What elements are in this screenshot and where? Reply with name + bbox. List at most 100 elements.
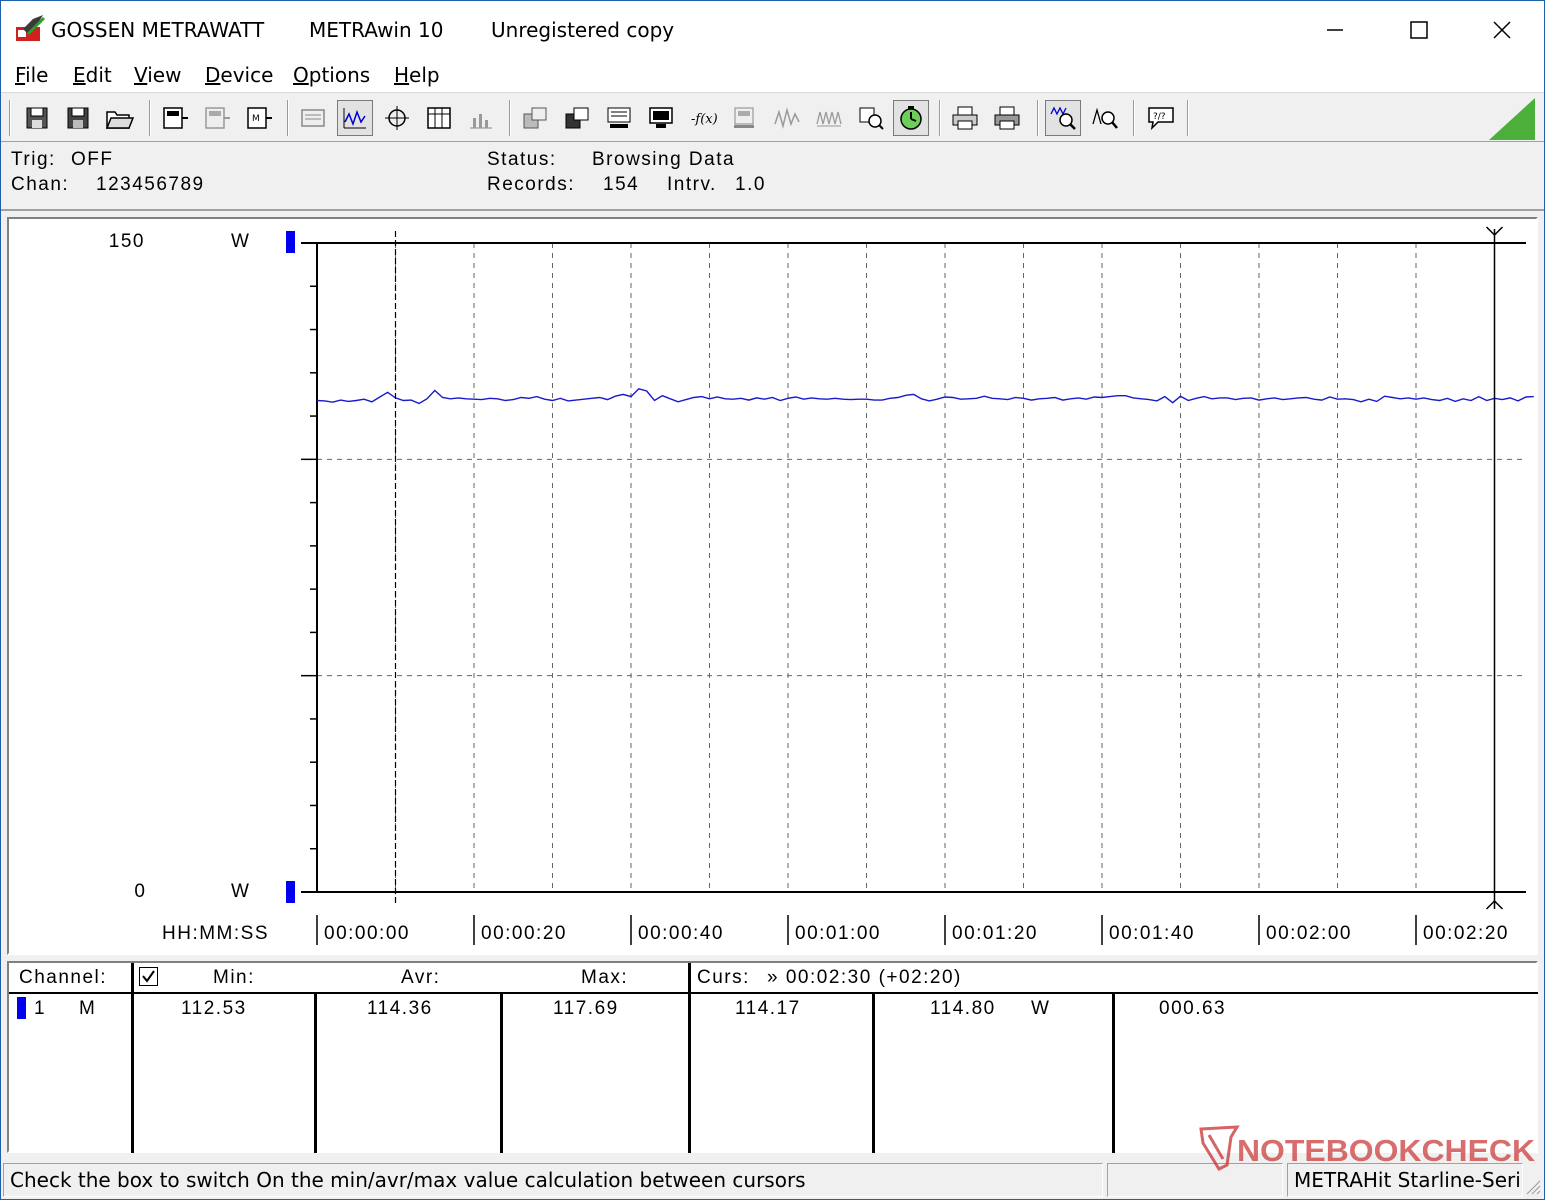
menu-help[interactable]: Help [394,63,440,87]
minmax-checkbox[interactable] [139,967,158,986]
header-min: Min: [213,967,255,988]
bar-view-button[interactable] [463,100,499,136]
x-tick-label: 00:01:40 [1109,923,1195,944]
open-button[interactable] [101,100,137,136]
resize-grip-icon[interactable] [1523,1177,1541,1195]
minimize-icon [1327,29,1343,31]
menu-edit[interactable]: Edit [73,63,112,87]
chart-ticks: 00:00:00 00:00:20 00:00:40 00:01:00 00:01:20… [301,285,1507,945]
zoom-out-button[interactable] [517,100,553,136]
interval-label: Intrv. [667,174,717,195]
zoom-button[interactable] [1087,100,1123,136]
x-tick-label: 00:01:20 [952,923,1038,944]
toolbar-separator [1037,100,1039,136]
x-tick-label: 00:00:00 [324,923,410,944]
device-memory-button[interactable]: M [241,100,277,136]
menu-options[interactable]: Options [293,63,370,87]
power-chart[interactable]: 00:00:00 00:00:20 00:00:40 00:01:00 00:01:20… [9,219,1536,953]
waveform-button[interactable] [769,100,805,136]
device-config-button[interactable] [199,100,235,136]
device-read-button[interactable] [157,100,193,136]
print-preview-button[interactable] [989,100,1025,136]
print-icon [952,106,978,130]
window-tile-button[interactable] [559,100,595,136]
svg-text:?/?: ?/? [1153,112,1166,122]
graph-view-icon [343,108,366,129]
function-button[interactable]: -f(x) [685,100,721,136]
channel-label: Chan: [11,174,70,195]
device-settings-icon [734,107,754,128]
timer-button[interactable] [893,100,929,136]
table-view-icon [427,107,451,129]
chart-grid [317,243,1526,892]
crosshair-icon [385,106,409,130]
multi-waveform-button[interactable] [811,100,847,136]
chart-cursors[interactable] [394,226,1504,910]
row-channel: 1 [34,998,47,1019]
menu-file[interactable]: File [15,63,48,87]
status-label: Status: [487,149,557,170]
column-divider [314,993,317,1153]
crosshair-button[interactable] [379,100,415,136]
header-max: Max: [581,967,629,988]
list-view-button[interactable] [295,100,331,136]
y-top-label: 150 [109,231,145,252]
monitor-button[interactable] [643,100,679,136]
window-arrange-icon [523,107,547,129]
device-memory-icon: M [247,107,272,129]
menu-view[interactable]: View [134,63,181,87]
info-bar: Trig: OFF Chan: 123456789 Status: Browsi… [1,143,1544,211]
window-tile-icon [565,107,589,129]
channel-marker-top [286,231,295,253]
x-axis-label: HH:MM:SS [162,923,269,944]
row-unit: W [1031,998,1051,1019]
monitor-icon [649,107,673,128]
trigger-label: Trig: [11,149,56,170]
data-export-button[interactable] [601,100,637,136]
zoom-graph-button[interactable] [1045,100,1081,136]
chart-axes [301,242,1526,893]
search-device-button[interactable] [853,100,889,136]
zoom-graph-icon [1050,106,1076,130]
records-label: Records: [487,174,576,195]
maximize-icon [1410,21,1428,39]
title-bar: GOSSEN METRAWATT METRAwin 10 Unregistere… [1,1,1544,59]
row-cursor2: 114.80 [930,998,996,1019]
toolbar-separator [1133,100,1135,136]
minimize-button[interactable] [1293,1,1377,59]
channel-value: 123456789 [96,174,205,195]
svg-text:-f(x): -f(x) [691,112,718,127]
close-button[interactable] [1460,1,1544,59]
waveform-icon [774,107,800,129]
toolbar-separator [1187,100,1189,136]
maximize-button[interactable] [1377,1,1461,59]
chart-series [316,388,1534,405]
row-max: 117.69 [553,998,619,1019]
search-device-icon [859,107,884,130]
column-divider [688,963,691,1153]
header-divider [9,992,1538,994]
column-divider [131,963,134,1153]
help-button[interactable]: ?/? [1143,100,1179,136]
menu-device[interactable]: Device [205,63,273,87]
print-button[interactable] [947,100,983,136]
power-series-line [316,388,1534,405]
graph-panel[interactable]: 00:00:00 00:00:20 00:00:40 00:01:00 00:01:20… [7,217,1538,955]
y-bottom-unit: W [231,881,249,902]
save-button[interactable] [19,100,55,136]
x-tick-label: 00:00:20 [481,923,567,944]
column-divider [1112,993,1115,1153]
brand-title: GOSSEN METRAWATT [51,18,265,42]
graph-view-button[interactable] [337,100,373,136]
help-chat-icon: ?/? [1148,107,1174,131]
svg-text:M: M [252,114,260,124]
device-settings-button[interactable] [727,100,763,136]
status-hint: Check the box to switch On the min/avr/m… [3,1163,1103,1197]
channel-color-marker [17,997,26,1019]
multi-waveform-icon [816,111,842,127]
table-view-button[interactable] [421,100,457,136]
bar-view-icon [470,114,492,129]
save-as-button[interactable] [60,100,96,136]
row-cursor1: 114.17 [735,998,801,1019]
toolbar-separator [149,100,151,136]
